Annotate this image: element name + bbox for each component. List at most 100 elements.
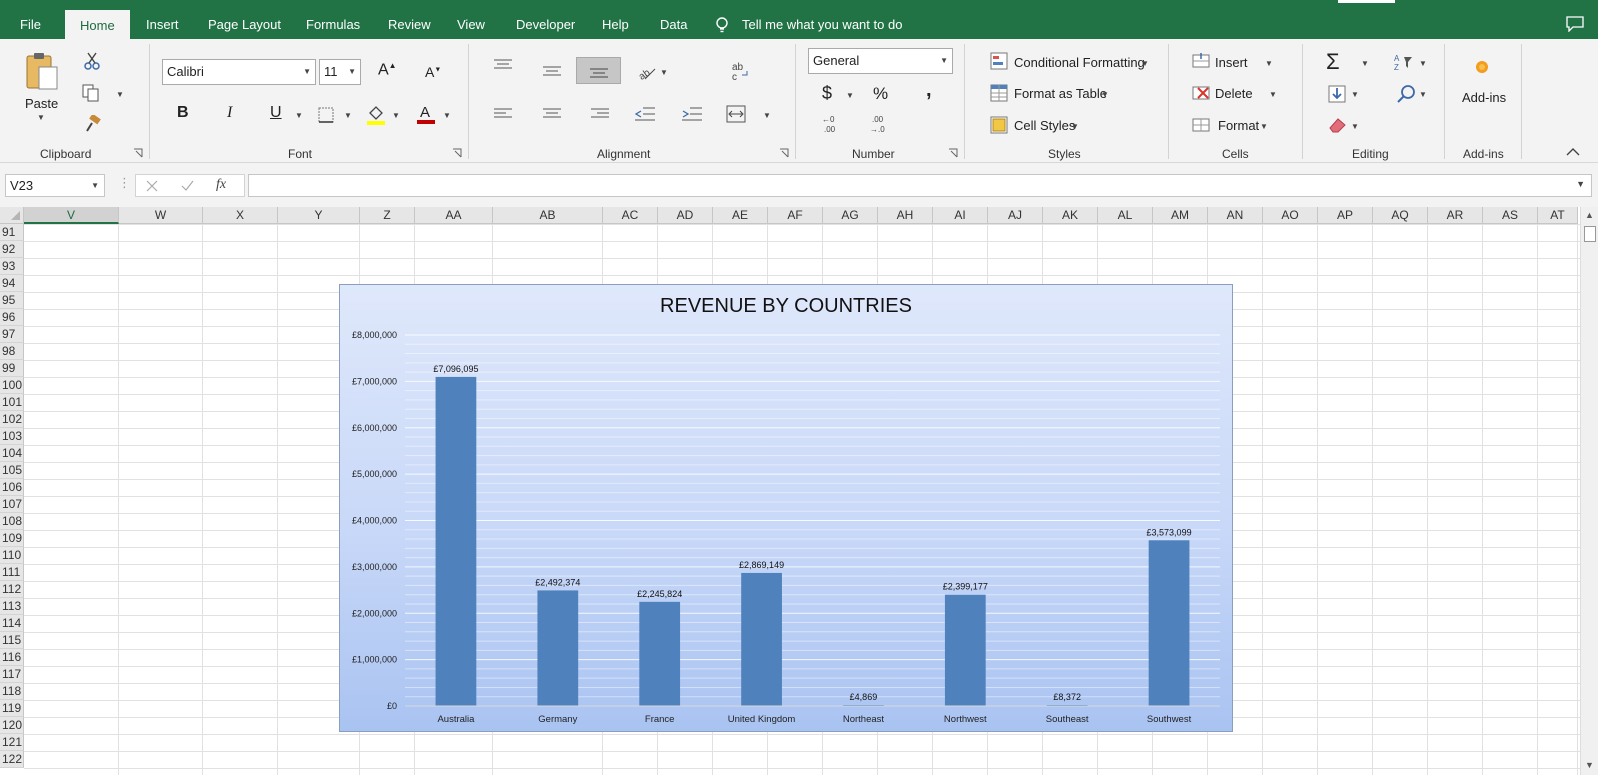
enter-icon[interactable] [181, 180, 194, 192]
column-header[interactable]: AO [1263, 207, 1318, 224]
column-header[interactable]: AC [603, 207, 658, 224]
column-header[interactable]: Z [360, 207, 415, 224]
collapse-ribbon-icon[interactable] [1566, 147, 1580, 157]
decrease-decimal-icon[interactable]: .00 →.0 [870, 114, 890, 134]
insert-cells-button[interactable]: Insert [1215, 55, 1248, 70]
chevron-down-icon[interactable]: ▼ [1101, 90, 1109, 99]
merge-dropdown-icon[interactable]: ▼ [763, 111, 771, 120]
column-header[interactable]: AP [1318, 207, 1373, 224]
row-header[interactable]: 113 [0, 598, 24, 615]
fill-color-icon[interactable] [366, 104, 386, 126]
tab-view[interactable]: View [457, 0, 485, 39]
tab-file[interactable]: File [20, 0, 41, 39]
column-header[interactable]: AJ [988, 207, 1043, 224]
tab-help[interactable]: Help [602, 0, 629, 39]
row-header[interactable]: 93 [0, 258, 24, 275]
sort-filter-dropdown-icon[interactable]: ▼ [1419, 59, 1427, 68]
row-header[interactable]: 120 [0, 717, 24, 734]
comma-style-button[interactable]: , [926, 79, 932, 102]
sort-filter-icon[interactable]: A Z [1394, 53, 1414, 71]
currency-dropdown-icon[interactable]: ▼ [846, 91, 854, 100]
align-left-icon[interactable] [494, 108, 512, 120]
font-size-select[interactable]: 11 ▼ [319, 59, 361, 85]
cancel-icon[interactable] [146, 180, 158, 192]
row-header[interactable]: 117 [0, 666, 24, 683]
column-header[interactable]: AR [1428, 207, 1483, 224]
row-header[interactable]: 116 [0, 649, 24, 666]
bottom-align-button[interactable] [576, 57, 621, 84]
column-header[interactable]: W [119, 207, 203, 224]
tab-review[interactable]: Review [388, 0, 431, 39]
expand-formula-bar-icon[interactable]: ▼ [1576, 179, 1585, 189]
fill-color-dropdown-icon[interactable]: ▼ [392, 111, 400, 120]
tab-insert[interactable]: Insert [146, 0, 179, 39]
scroll-down-icon[interactable]: ▼ [1585, 760, 1594, 770]
borders-dropdown-icon[interactable]: ▼ [344, 111, 352, 120]
increase-font-size-icon[interactable]: A▲ [378, 61, 397, 79]
row-header[interactable]: 98 [0, 343, 24, 360]
column-header[interactable]: AA [415, 207, 493, 224]
fill-dropdown-icon[interactable]: ▼ [1351, 90, 1359, 99]
row-header[interactable]: 100 [0, 377, 24, 394]
tab-developer[interactable]: Developer [516, 0, 575, 39]
increase-decimal-icon[interactable]: ←0 .00 [822, 114, 842, 134]
tab-data[interactable]: Data [660, 0, 687, 39]
borders-icon[interactable] [318, 107, 334, 123]
row-header[interactable]: 105 [0, 462, 24, 479]
add-ins-icon[interactable] [1474, 59, 1490, 75]
insert-function-button[interactable]: fx [216, 177, 226, 193]
lightbulb-icon[interactable] [715, 17, 729, 33]
tab-page-layout[interactable]: Page Layout [208, 0, 281, 39]
column-header[interactable]: X [203, 207, 278, 224]
row-header[interactable]: 121 [0, 734, 24, 751]
copy-icon[interactable] [82, 84, 100, 102]
column-header[interactable]: AS [1483, 207, 1538, 224]
column-header[interactable]: Y [278, 207, 360, 224]
row-header[interactable]: 103 [0, 428, 24, 445]
select-all-button[interactable] [0, 207, 24, 224]
number-launcher-icon[interactable] [948, 148, 958, 158]
wrap-text-icon[interactable]: ab c [730, 61, 750, 81]
clear-icon[interactable] [1328, 116, 1348, 134]
font-launcher-icon[interactable] [452, 148, 462, 158]
column-header[interactable]: AM [1153, 207, 1208, 224]
column-header[interactable]: AG [823, 207, 878, 224]
column-header[interactable]: AH [878, 207, 933, 224]
row-header[interactable]: 92 [0, 241, 24, 258]
row-header[interactable]: 96 [0, 309, 24, 326]
fill-icon[interactable] [1328, 85, 1346, 103]
column-header[interactable]: AF [768, 207, 823, 224]
underline-button[interactable]: U [270, 104, 282, 122]
row-header[interactable]: 111 [0, 564, 24, 581]
align-center-icon[interactable] [543, 108, 561, 120]
decrease-indent-icon[interactable] [635, 106, 655, 122]
column-header[interactable]: AI [933, 207, 988, 224]
row-header[interactable]: 106 [0, 479, 24, 496]
name-box[interactable]: V23 ▼ [5, 174, 105, 197]
column-header[interactable]: AN [1208, 207, 1263, 224]
paste-dropdown-icon[interactable]: ▼ [37, 113, 45, 122]
row-header[interactable]: 95 [0, 292, 24, 309]
clipboard-launcher-icon[interactable] [133, 148, 143, 158]
autosum-icon[interactable]: Σ [1326, 49, 1340, 75]
column-header[interactable]: AE [713, 207, 768, 224]
delete-cells-button[interactable]: Delete [1215, 86, 1253, 101]
row-header[interactable]: 108 [0, 513, 24, 530]
chevron-down-icon[interactable]: ▼ [1071, 122, 1079, 131]
merge-center-icon[interactable] [726, 105, 746, 123]
copy-dropdown-icon[interactable]: ▼ [116, 90, 124, 99]
row-header[interactable]: 115 [0, 632, 24, 649]
middle-align-icon[interactable] [543, 64, 561, 78]
scroll-up-icon[interactable]: ▲ [1585, 210, 1594, 220]
orientation-dropdown-icon[interactable]: ▼ [660, 68, 668, 77]
orientation-icon[interactable]: ab [637, 63, 657, 81]
italic-button[interactable]: I [227, 104, 232, 122]
font-family-select[interactable]: Calibri ▼ [162, 59, 316, 85]
row-header[interactable]: 119 [0, 700, 24, 717]
row-header[interactable]: 114 [0, 615, 24, 632]
autosum-dropdown-icon[interactable]: ▼ [1361, 59, 1369, 68]
column-header[interactable]: AT [1538, 207, 1578, 224]
clear-dropdown-icon[interactable]: ▼ [1351, 122, 1359, 131]
top-align-icon[interactable] [494, 59, 512, 73]
conditional-formatting-icon[interactable] [990, 52, 1008, 70]
